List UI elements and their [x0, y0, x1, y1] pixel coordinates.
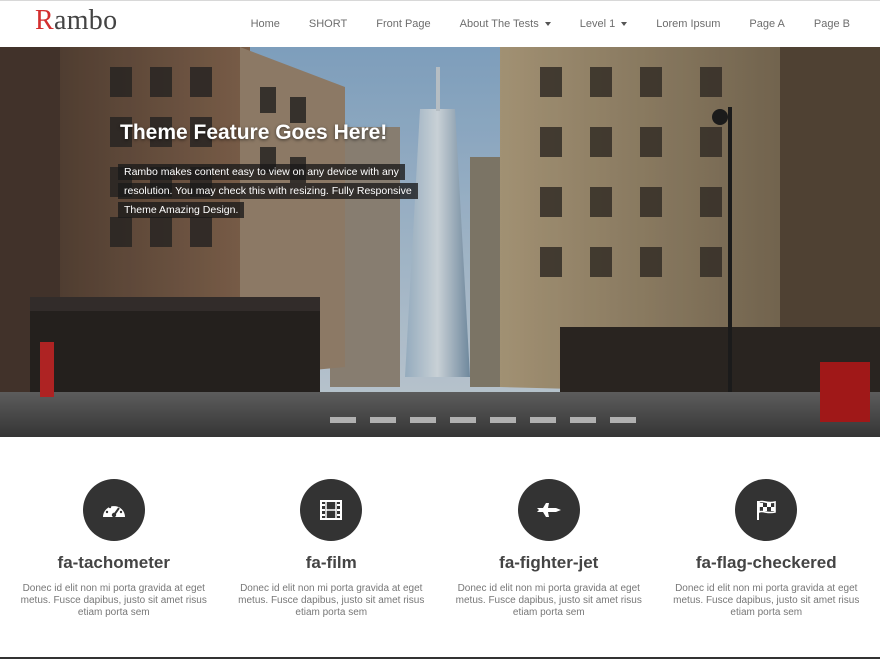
nav-item-level-1[interactable]: Level 1: [579, 18, 628, 30]
feature-icon-circle: [517, 479, 580, 541]
caret-down-icon: [621, 22, 628, 26]
nav-item-home[interactable]: Home: [251, 18, 280, 30]
feature-title: fa-fighter-jet: [499, 553, 599, 572]
feature-item: fa-flag-checkered Donec id elit non mi p…: [662, 437, 871, 659]
feature-title: fa-tachometer: [57, 553, 170, 572]
main-nav: Home SHORT Front Page About The Tests Le…: [222, 1, 850, 47]
feature-title: fa-flag-checkered: [695, 553, 837, 572]
nav-label: Page A: [749, 18, 785, 30]
hero-description: Rambo makes content easy to view on any …: [118, 163, 428, 220]
tachometer-icon: [102, 503, 125, 518]
feature-title: fa-film: [305, 553, 357, 572]
nav-item-front-page[interactable]: Front Page: [376, 18, 430, 30]
nav-item-page-a[interactable]: Page A: [749, 18, 784, 30]
site-logo[interactable]: Rambo: [35, 5, 117, 37]
nav-label: Front Page: [376, 18, 431, 30]
film-icon: [320, 500, 343, 520]
feature-text: Donec id elit non mi porta gravida at eg…: [20, 583, 207, 618]
feature-item: fa-fighter-jet Donec id elit non mi port…: [444, 437, 653, 659]
caret-down-icon: [544, 22, 551, 26]
hero-image: [0, 47, 880, 437]
feature-text: Donec id elit non mi porta gravida at eg…: [238, 583, 425, 618]
feature-icon-circle: [82, 479, 145, 541]
feature-icon-circle: [300, 479, 363, 541]
nav-label: About The Tests: [459, 18, 539, 30]
nav-label: Level 1: [579, 18, 616, 30]
hero-description-text: Rambo makes content easy to view on any …: [118, 164, 418, 218]
feature-icon-circle: [735, 479, 798, 541]
nav-item-page-b[interactable]: Page B: [814, 18, 850, 30]
nav-item-lorem-ipsum[interactable]: Lorem Ipsum: [656, 18, 720, 30]
nav-item-about-the-tests[interactable]: About The Tests: [460, 18, 551, 30]
feature-text: Donec id elit non mi porta gravida at eg…: [673, 583, 860, 618]
features-section: fa-tachometer Donec id elit non mi porta…: [0, 437, 880, 659]
flag-checkered-icon: [757, 500, 777, 520]
hero-slider: Theme Feature Goes Here! Rambo makes con…: [0, 47, 880, 437]
logo-initial: R: [35, 5, 54, 36]
site-header: Rambo Home SHORT Front Page About The Te…: [0, 1, 880, 47]
nav-item-short[interactable]: SHORT: [309, 18, 347, 30]
bottom-border: [0, 657, 880, 659]
nav-label: Page B: [813, 18, 850, 30]
hero-title: Theme Feature Goes Here!: [120, 121, 388, 144]
fighter-jet-icon: [536, 503, 561, 517]
nav-label: SHORT: [308, 18, 348, 30]
nav-label: Lorem Ipsum: [656, 18, 721, 30]
logo-text: ambo: [53, 5, 118, 36]
feature-item: fa-tachometer Donec id elit non mi porta…: [9, 437, 218, 659]
feature-item: fa-film Donec id elit non mi porta gravi…: [227, 437, 436, 659]
nav-label: Home: [250, 18, 280, 30]
feature-text: Donec id elit non mi porta gravida at eg…: [455, 583, 642, 618]
